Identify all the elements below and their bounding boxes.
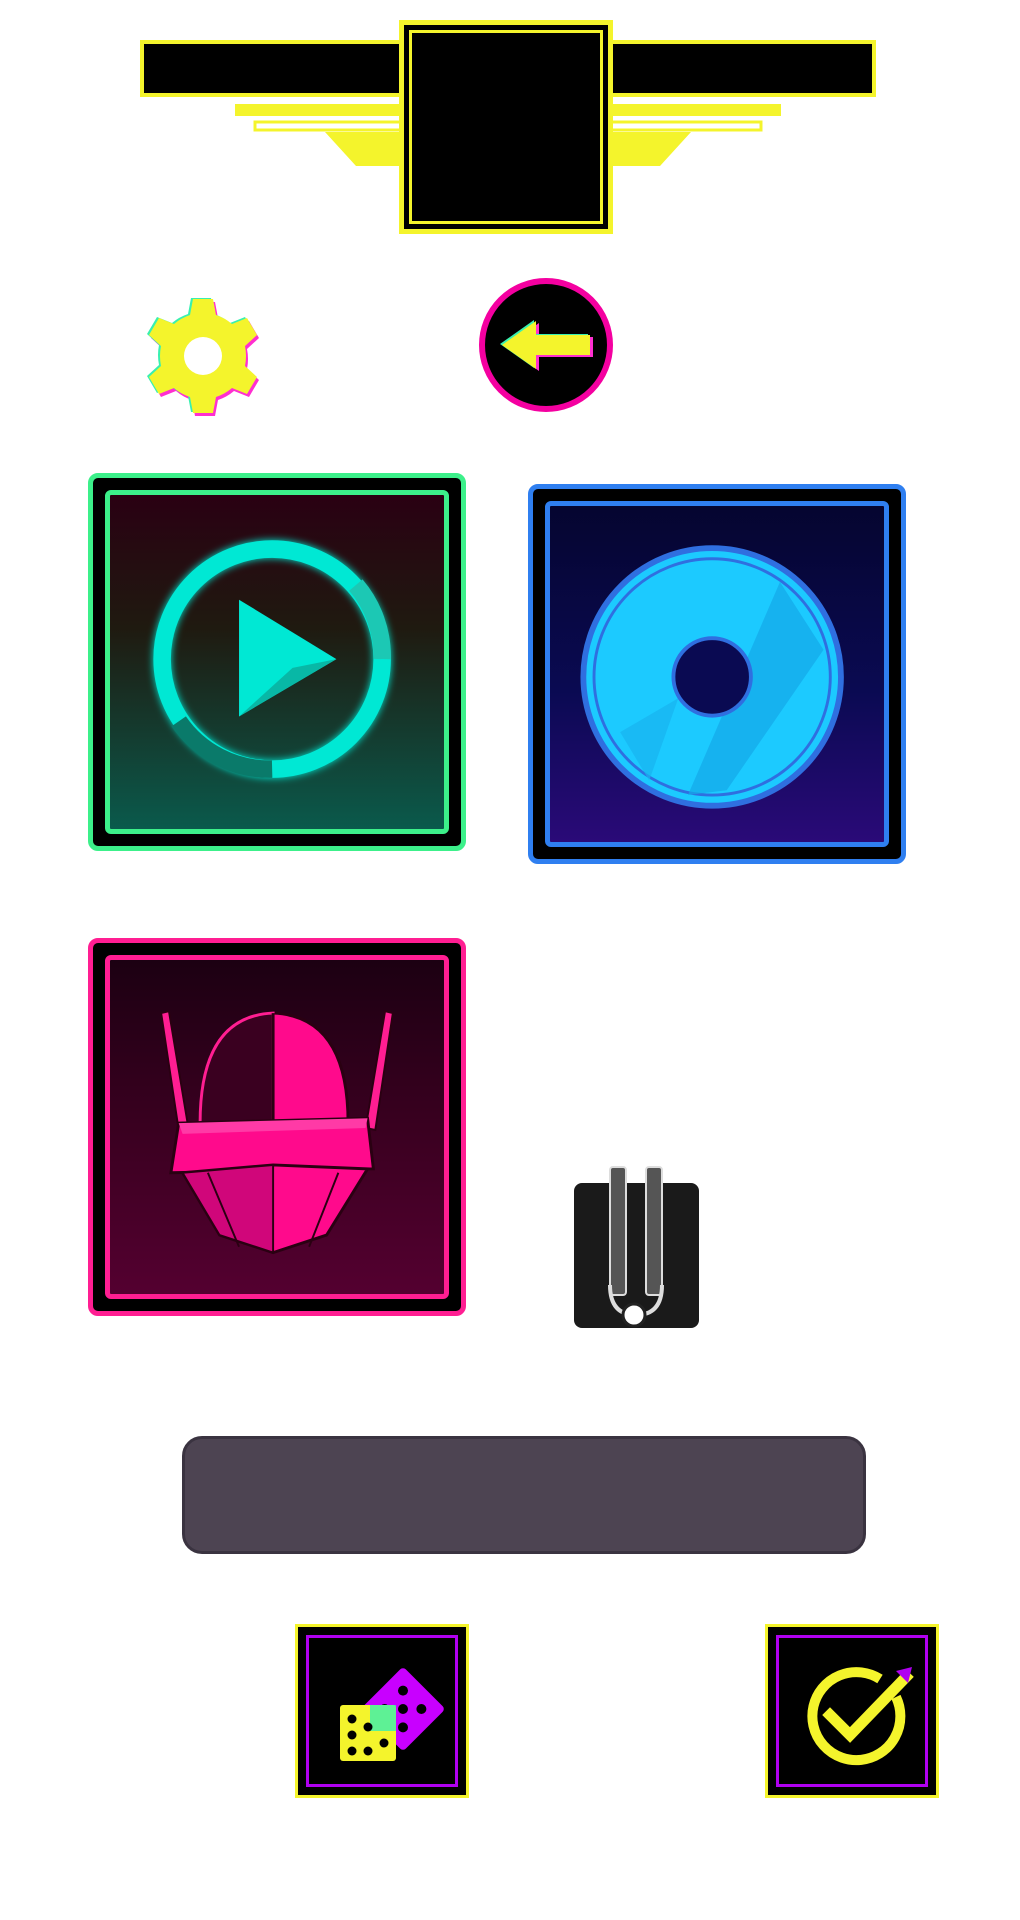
character-button[interactable] <box>88 938 466 1316</box>
random-button[interactable] <box>295 1624 469 1798</box>
tuning-fork-icon <box>574 1166 699 1328</box>
tuning-fork-button[interactable] <box>574 1165 699 1330</box>
confirm-button[interactable] <box>765 1624 939 1798</box>
dice-icon <box>340 1668 444 1761</box>
banner-emblem <box>399 20 613 234</box>
music-button[interactable] <box>528 484 906 864</box>
robot-helmet-icon <box>160 1009 394 1255</box>
play-button[interactable] <box>88 473 466 851</box>
play-icon <box>153 540 391 778</box>
name-input[interactable] <box>182 1436 866 1554</box>
title-banner <box>140 20 876 235</box>
banner-left-bar <box>140 40 410 97</box>
disc-icon <box>580 545 844 809</box>
checkmark-icon <box>807 1667 914 1766</box>
gear-icon <box>147 298 259 416</box>
banner-right-bar <box>606 40 876 97</box>
back-button[interactable] <box>479 278 613 412</box>
arrow-left-icon <box>500 320 593 371</box>
settings-button[interactable] <box>140 293 265 423</box>
